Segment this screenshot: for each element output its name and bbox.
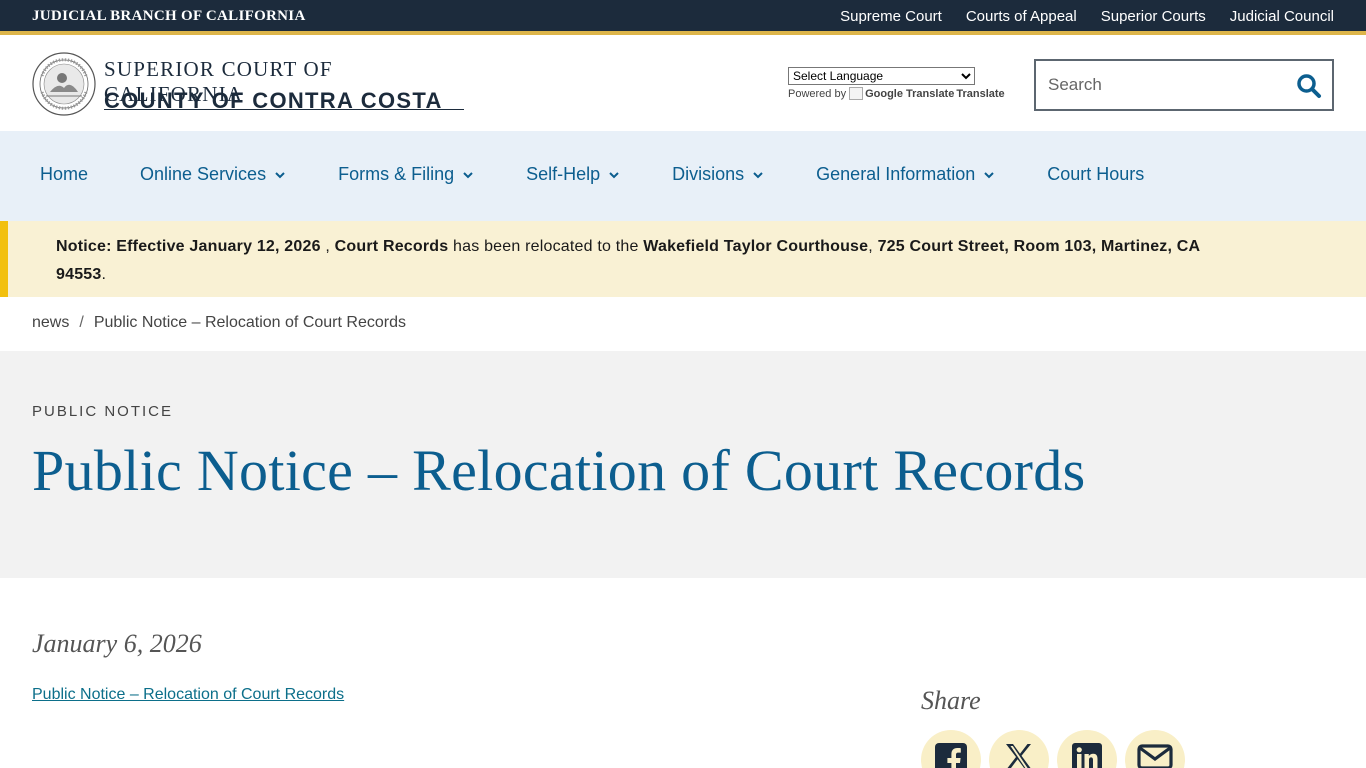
top-link-superior-courts[interactable]: Superior Courts	[1101, 8, 1206, 25]
notice-court-records: Court Records	[334, 238, 449, 255]
top-utility-bar: JUDICIAL BRANCH OF CALIFORNIA Supreme Co…	[0, 0, 1366, 35]
email-icon	[1137, 744, 1173, 768]
chevron-down-icon	[984, 171, 994, 178]
nav-item-label: General Information	[816, 164, 976, 184]
nav-item-label: Online Services	[140, 164, 267, 184]
page-eyebrow: PUBLIC NOTICE	[32, 403, 174, 420]
share-linkedin-button[interactable]	[1057, 730, 1117, 768]
chevron-down-icon	[753, 171, 763, 178]
nav-item-label: Self-Help	[526, 164, 601, 184]
share-x-button[interactable]	[989, 730, 1049, 768]
google-translate-alt-text: Google Translate	[865, 87, 955, 100]
language-select[interactable]: Select Language	[788, 67, 975, 85]
google-logo-icon	[849, 87, 864, 100]
share-facebook-button[interactable]	[921, 730, 981, 768]
main-navigation: Home Online Services Forms & Filing Self…	[0, 131, 1366, 221]
page-hero: PUBLIC NOTICE Public Notice – Relocation…	[0, 351, 1366, 578]
nav-item-label: Court Hours	[1047, 164, 1145, 184]
google-translate-link[interactable]: Google Translate Translate	[849, 87, 1005, 100]
breadcrumb-current: Public Notice – Relocation of Court Reco…	[93, 314, 406, 331]
nav-item-self-help[interactable]: Self-Help	[526, 164, 620, 185]
notice-text-fragment: .	[101, 266, 107, 283]
powered-by-line: Powered by Google Translate Translate	[788, 87, 1005, 100]
court-seal-logo[interactable]	[32, 52, 96, 116]
nav-item-label: Forms & Filing	[338, 164, 455, 184]
top-links: Supreme Court Courts of Appeal Superior …	[840, 8, 1334, 25]
notice-courthouse: Wakefield Taylor Courthouse	[643, 238, 869, 255]
site-header: SUPERIOR COURT OF CALIFORNIA COUNTY OF C…	[0, 39, 1366, 131]
top-link-courts-of-appeal[interactable]: Courts of Appeal	[966, 8, 1077, 25]
share-icons	[921, 730, 1185, 768]
share-email-button[interactable]	[1125, 730, 1185, 768]
facebook-icon	[935, 743, 967, 768]
chevron-down-icon	[463, 171, 473, 178]
brand-title-line2[interactable]: COUNTY OF CONTRA COSTA	[104, 88, 443, 114]
search-form	[1034, 59, 1334, 111]
notice-text-fragment: has been relocated to the	[448, 238, 644, 255]
article-date: January 6, 2026	[32, 629, 202, 658]
breadcrumb-news-link[interactable]: news	[32, 314, 69, 332]
notice-text-fragment: ,	[868, 238, 878, 255]
search-icon[interactable]	[1296, 73, 1322, 99]
google-translate-widget: Select Language Powered by Google Transl…	[788, 67, 1005, 100]
nav-item-label: Divisions	[672, 164, 745, 184]
chevron-down-icon	[275, 171, 285, 178]
notice-document-link[interactable]: Public Notice – Relocation of Court Reco…	[32, 686, 344, 704]
chevron-down-icon	[609, 171, 619, 178]
share-heading: Share	[921, 686, 981, 715]
notice-alert-text: Notice: Effective January 12, 2026 , Cou…	[56, 233, 1226, 289]
powered-by-label: Powered by	[788, 87, 847, 100]
translate-label: Translate	[956, 87, 1005, 100]
page-title: Public Notice – Relocation of Court Reco…	[32, 438, 1086, 503]
nav-item-general-information[interactable]: General Information	[816, 164, 995, 185]
x-icon	[1006, 744, 1031, 768]
breadcrumb: news / Public Notice – Relocation of Cou…	[32, 314, 406, 332]
notice-effective-date: Notice: Effective January 12, 2026	[56, 238, 321, 255]
notice-alert-banner: Notice: Effective January 12, 2026 , Cou…	[0, 221, 1366, 297]
nav-item-label: Home	[40, 164, 89, 184]
top-link-supreme-court[interactable]: Supreme Court	[840, 8, 942, 25]
top-link-judicial-council[interactable]: Judicial Council	[1230, 8, 1334, 25]
nav-item-home[interactable]: Home	[40, 164, 88, 185]
nav-item-forms-filing[interactable]: Forms & Filing	[338, 164, 474, 185]
judicial-branch-title: JUDICIAL BRANCH OF CALIFORNIA	[32, 8, 306, 24]
linkedin-icon	[1072, 743, 1102, 768]
nav-item-online-services[interactable]: Online Services	[140, 164, 286, 185]
breadcrumb-separator: /	[79, 314, 84, 331]
notice-text-fragment: ,	[320, 238, 335, 255]
nav-item-court-hours[interactable]: Court Hours	[1047, 164, 1144, 185]
search-input[interactable]	[1048, 74, 1278, 96]
nav-item-divisions[interactable]: Divisions	[672, 164, 764, 185]
